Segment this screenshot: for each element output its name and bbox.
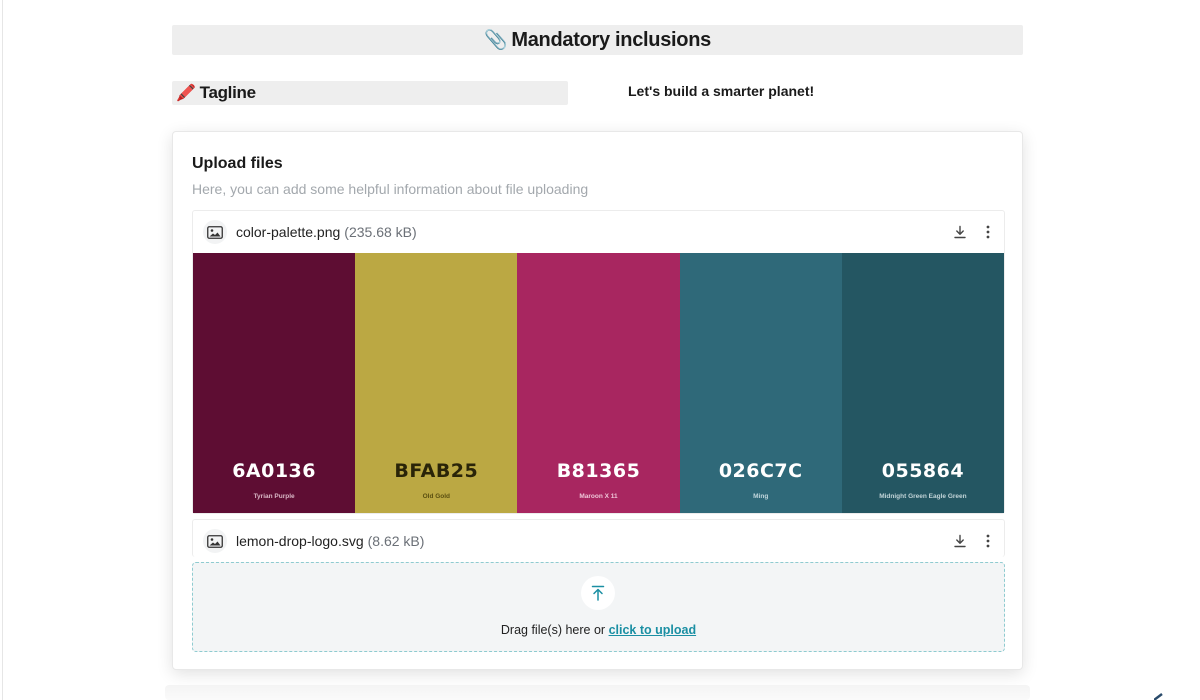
palette-swatch: 6A0136 Tyrian Purple [193, 253, 356, 513]
upload-title: Upload files [192, 155, 283, 172]
download-button[interactable] [951, 223, 969, 241]
section-title: Mandatory inclusions [511, 28, 711, 51]
download-icon [954, 225, 966, 239]
tagline-label: 🖍️ Tagline [172, 81, 568, 105]
upload-card: Upload files Here, you can add some help… [172, 131, 1023, 670]
image-icon [203, 220, 227, 244]
file-preview-palette: 6A0136 Tyrian Purple BFAB25 Old Gold B81365 M… [193, 253, 1005, 513]
file-name-text: lemon-drop-logo.svg [236, 533, 364, 549]
file-name: color-palette.png (235.68 kB) [236, 224, 417, 240]
tagline-value: Let's build a smarter planet! [628, 83, 815, 99]
swatch-hex: 026C7C [718, 460, 803, 482]
page-left-border [2, 0, 3, 700]
file-name: lemon-drop-logo.svg (8.62 kB) [236, 533, 424, 549]
file-dropzone[interactable]: Drag file(s) here or click to upload [192, 562, 1005, 652]
kebab-menu-icon [986, 534, 990, 548]
upload-button[interactable] [581, 576, 615, 610]
swatch-hex: BFAB25 [394, 460, 479, 482]
file-row: lemon-drop-logo.svg (8.62 kB) [193, 520, 1004, 562]
section-header: 📎 Mandatory inclusions [172, 25, 1023, 55]
upload-help-text: Here, you can add some helpful informati… [192, 181, 589, 197]
palette-swatch: 055864 Midnight Green Eagle Green [841, 253, 1005, 513]
file-size: (235.68 kB) [344, 224, 417, 240]
swatch-hex: 6A0136 [232, 460, 316, 482]
swatch-color-name: Midnight Green Eagle Green [879, 493, 967, 500]
upload-arrow-icon [591, 585, 605, 601]
more-options-button[interactable] [979, 223, 997, 241]
dropzone-instruction: Drag file(s) here or [500, 623, 606, 637]
paperclip-icon: 📎 [484, 30, 508, 51]
file-item-lemon-drop-logo: lemon-drop-logo.svg (8.62 kB) [192, 519, 1005, 557]
swatch-hex: 055864 [881, 460, 965, 482]
palette-swatch: 026C7C Ming [679, 253, 842, 513]
file-name-text: color-palette.png [236, 224, 341, 240]
corner-arrow-icon [1154, 693, 1163, 700]
crayon-icon: 🖍️ [176, 85, 196, 102]
swatch-color-name: Ming [753, 493, 769, 500]
download-button[interactable] [951, 532, 969, 550]
swatch-color-name: Old Gold [422, 493, 451, 500]
file-row: color-palette.png (235.68 kB) [193, 211, 1004, 253]
file-size: (8.62 kB) [367, 533, 425, 549]
swatch-hex: B81365 [556, 460, 641, 482]
tagline-label-text: Tagline [199, 83, 256, 102]
next-card-edge [165, 685, 1030, 700]
click-to-upload-link[interactable]: click to upload [609, 623, 697, 637]
palette-swatch: BFAB25 Old Gold [355, 253, 518, 513]
swatch-color-name: Maroon X 11 [579, 493, 618, 500]
image-icon [203, 529, 227, 553]
kebab-menu-icon [986, 225, 990, 239]
palette-swatch: B81365 Maroon X 11 [517, 253, 680, 513]
download-icon [954, 534, 966, 548]
swatch-color-name: Tyrian Purple [253, 493, 295, 500]
more-options-button[interactable] [979, 532, 997, 550]
dropzone-text: Drag file(s) here or click to upload [193, 623, 1004, 637]
file-item-color-palette: color-palette.png (235.68 kB) 6A0136 Tyria… [192, 210, 1005, 514]
